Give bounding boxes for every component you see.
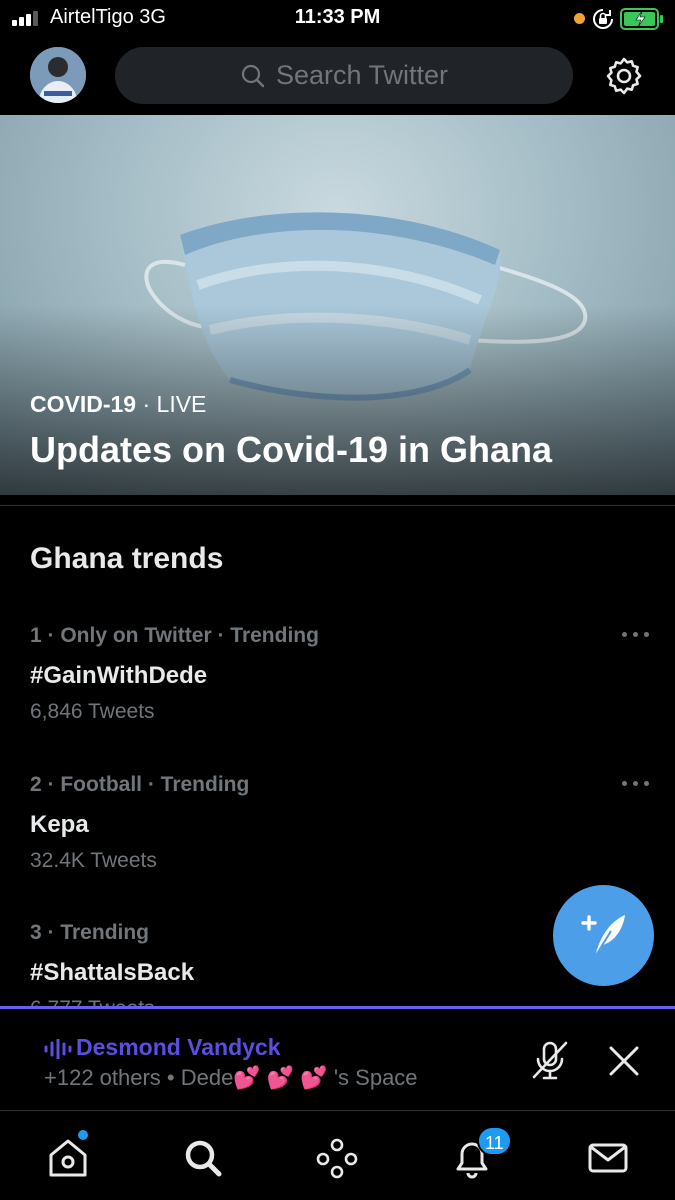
space-bar[interactable]: Desmond Vandyck +122 others • Dede💕 💕 💕 … bbox=[0, 1009, 675, 1109]
trend-name: Kepa bbox=[30, 811, 89, 838]
trend-meta: 2 · Football · Trending bbox=[30, 773, 250, 796]
explore-icon[interactable] bbox=[178, 1133, 228, 1183]
divider bbox=[0, 505, 675, 506]
battery-icon bbox=[620, 8, 663, 30]
trend-item[interactable]: 2 · Football · Trending Kepa 32.4K Tweet… bbox=[30, 773, 650, 873]
compose-button[interactable] bbox=[553, 885, 654, 986]
trend-count: 32.4K Tweets bbox=[30, 849, 157, 872]
space-subtitle: +122 others • Dede💕 💕 💕 's Space bbox=[44, 1065, 418, 1090]
more-icon[interactable] bbox=[622, 632, 650, 640]
search-placeholder: Search Twitter bbox=[275, 60, 449, 90]
mail-icon[interactable] bbox=[583, 1133, 633, 1183]
hero-event-card[interactable]: COVID-19 · LIVE Updates on Covid-19 in G… bbox=[0, 115, 675, 495]
tab-bar bbox=[0, 1110, 675, 1200]
search-icon bbox=[241, 64, 265, 87]
notifications-badge: 11 bbox=[477, 1126, 512, 1156]
rotation-lock-icon bbox=[593, 9, 613, 29]
home-icon[interactable] bbox=[43, 1133, 93, 1183]
profile-avatar[interactable] bbox=[30, 47, 86, 103]
trend-name: #GainWithDede bbox=[30, 662, 208, 689]
hero-title: Updates on Covid-19 in Ghana bbox=[30, 429, 553, 470]
hero-category: COVID-19 · LIVE bbox=[30, 391, 207, 417]
spaces-icon[interactable] bbox=[312, 1133, 362, 1183]
avatar-image bbox=[30, 47, 86, 103]
gear-icon[interactable] bbox=[603, 55, 645, 97]
compose-icon bbox=[581, 915, 625, 958]
home-notification-dot bbox=[78, 1130, 88, 1140]
mic-off-icon[interactable] bbox=[530, 1039, 570, 1081]
section-title: Ghana trends bbox=[30, 542, 224, 575]
space-host: Desmond Vandyck bbox=[44, 1034, 281, 1061]
status-bar: AirtelTigo 3G 11:33 PM bbox=[0, 0, 675, 40]
privacy-indicator bbox=[574, 13, 585, 24]
trend-count: 6,846 Tweets bbox=[30, 700, 155, 723]
trend-meta: 1 · Only on Twitter · Trending bbox=[30, 624, 319, 647]
trend-item[interactable]: 1 · Only on Twitter · Trending #GainWith… bbox=[30, 624, 650, 724]
more-icon[interactable] bbox=[622, 781, 650, 789]
audio-wave-icon bbox=[44, 1038, 72, 1059]
search-bar[interactable]: Search Twitter bbox=[115, 47, 573, 104]
close-icon[interactable] bbox=[607, 1044, 641, 1078]
